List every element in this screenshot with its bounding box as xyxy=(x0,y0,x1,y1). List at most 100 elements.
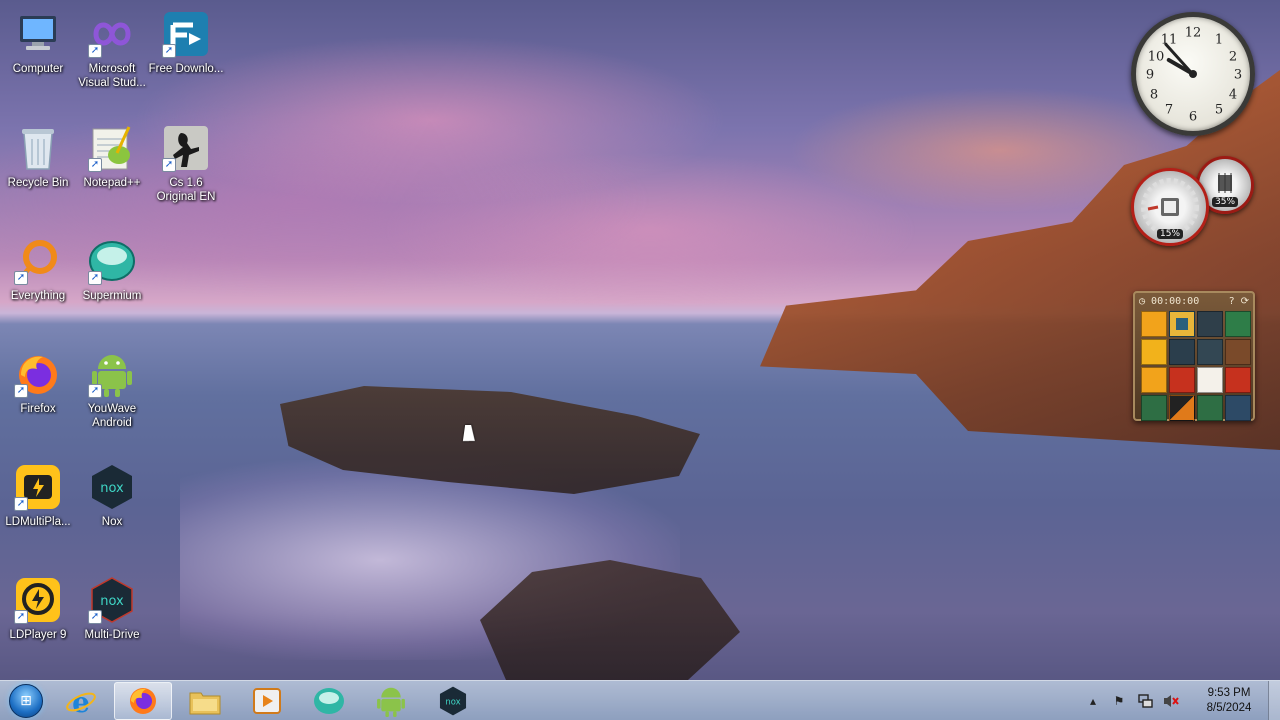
clock-numeral: 10 xyxy=(1147,49,1165,65)
clock-gadget[interactable]: 12 1 2 3 4 5 6 7 8 9 10 11 xyxy=(1131,12,1255,136)
desktop-icon-label: Nox xyxy=(101,516,123,528)
firefox-icon: ➚ xyxy=(14,350,62,398)
nox-icon: nox xyxy=(88,463,136,511)
desktop-icon-label: Recycle Bin xyxy=(7,177,69,189)
action-center-flag-icon[interactable]: ⚑ xyxy=(1110,692,1128,710)
desktop-icon-recycle-bin[interactable]: Recycle Bin xyxy=(0,120,76,230)
android-icon xyxy=(377,687,405,717)
taskbar-supermium[interactable] xyxy=(300,682,358,720)
internet-explorer-icon: e xyxy=(66,686,96,716)
clock-numeral: 12 xyxy=(1184,25,1202,41)
picture-puzzle-gadget[interactable]: ◷ 00:00:00 ? ⟳ xyxy=(1133,291,1255,421)
taskbar: ⊞ e nox ▴ ⚑ 9:53 PM 8/5/2024 xyxy=(0,680,1280,720)
firefox-icon xyxy=(130,687,156,714)
taskbar-android[interactable] xyxy=(362,682,420,720)
visual-studio-icon: ➚ xyxy=(88,10,136,58)
nox-icon: nox xyxy=(439,686,467,715)
supermium-icon: ➚ xyxy=(88,237,136,285)
cpu-value: 15% xyxy=(1156,229,1184,239)
puzzle-tile[interactable] xyxy=(1169,311,1195,337)
shortcut-arrow-icon: ➚ xyxy=(162,158,176,172)
puzzle-tile[interactable] xyxy=(1141,367,1167,393)
puzzle-tile[interactable] xyxy=(1141,339,1167,365)
desktop-icon-label: YouWave Android xyxy=(87,403,137,429)
desktop-icon-label: Free Downlo... xyxy=(148,63,224,75)
clock-numeral: 6 xyxy=(1188,109,1198,125)
puzzle-tile[interactable] xyxy=(1225,367,1251,393)
puzzle-tile[interactable] xyxy=(1169,395,1195,421)
desktop-icon-everything[interactable]: ➚ Everything xyxy=(0,233,76,343)
computer-icon xyxy=(14,10,62,58)
android-icon: ➚ xyxy=(88,350,136,398)
taskbar-media-player[interactable] xyxy=(238,682,296,720)
desktop-icon-firefox[interactable]: ➚ Firefox xyxy=(0,346,76,456)
svg-text:nox: nox xyxy=(100,594,124,609)
mouse-cursor xyxy=(462,425,478,441)
system-tray: ▴ ⚑ 9:53 PM 8/5/2024 xyxy=(1084,681,1264,720)
clock-numeral: 5 xyxy=(1214,102,1224,118)
puzzle-tile[interactable] xyxy=(1197,367,1223,393)
desktop-icon-nox[interactable]: nox Nox xyxy=(74,459,150,569)
counter-strike-icon: ➚ xyxy=(162,124,210,172)
download-manager-icon: ➚ xyxy=(162,10,210,58)
desktop-icon-multi-drive[interactable]: nox ➚ Multi-Drive xyxy=(74,572,150,682)
desktop-icon-cs16[interactable]: ➚ Cs 1.6 Original EN xyxy=(148,120,224,230)
network-icon[interactable] xyxy=(1136,692,1154,710)
desktop-icon-label: Multi-Drive xyxy=(84,629,140,641)
puzzle-tile[interactable] xyxy=(1169,339,1195,365)
desktop-icon-notepad-plus[interactable]: ➚ Notepad++ xyxy=(74,120,150,230)
shortcut-arrow-icon: ➚ xyxy=(14,271,28,285)
media-player-icon xyxy=(253,687,281,714)
puzzle-timer: 00:00:00 xyxy=(1151,295,1200,307)
puzzle-grid[interactable] xyxy=(1135,309,1253,423)
windows-logo-icon: ⊞ xyxy=(9,683,43,718)
memory-value: 35% xyxy=(1211,197,1239,207)
shortcut-arrow-icon: ➚ xyxy=(88,610,102,624)
desktop-icon-label: Microsoft Visual Stud... xyxy=(78,63,146,89)
clock-numeral: 7 xyxy=(1164,102,1174,118)
volume-muted-icon[interactable] xyxy=(1162,692,1180,710)
start-button[interactable]: ⊞ xyxy=(4,681,48,720)
shortcut-arrow-icon: ➚ xyxy=(14,384,28,398)
shortcut-arrow-icon: ➚ xyxy=(14,497,28,511)
shortcut-arrow-icon: ➚ xyxy=(14,610,28,624)
file-explorer-icon xyxy=(189,692,221,714)
shortcut-arrow-icon: ➚ xyxy=(88,271,102,285)
desktop-icon-ldmultiplayer[interactable]: ➚ LDMultiPla... xyxy=(0,459,76,569)
clock-pivot xyxy=(1189,70,1197,78)
taskbar-nox[interactable]: nox xyxy=(424,682,482,720)
everything-search-icon: ➚ xyxy=(14,237,62,285)
desktop-icon-label: Cs 1.6 Original EN xyxy=(156,177,216,203)
notepad-plus-icon: ➚ xyxy=(88,124,136,172)
desktop-icon-label: Everything xyxy=(10,290,66,302)
puzzle-help-icons[interactable]: ? ⟳ xyxy=(1229,296,1249,307)
puzzle-tile[interactable] xyxy=(1197,311,1223,337)
show-desktop-button[interactable] xyxy=(1268,681,1280,720)
puzzle-tile[interactable] xyxy=(1141,395,1167,421)
puzzle-tile[interactable] xyxy=(1141,311,1167,337)
desktop-icon-visual-studio[interactable]: ➚ Microsoft Visual Stud... xyxy=(74,6,150,116)
taskbar-firefox[interactable] xyxy=(114,681,172,720)
puzzle-tile[interactable] xyxy=(1169,367,1195,393)
puzzle-tile[interactable] xyxy=(1225,395,1251,421)
shortcut-arrow-icon: ➚ xyxy=(88,158,102,172)
puzzle-tile[interactable] xyxy=(1225,311,1251,337)
taskbar-clock[interactable]: 9:53 PM 8/5/2024 xyxy=(1194,686,1264,716)
clock-numeral: 4 xyxy=(1228,87,1238,103)
taskbar-internet-explorer[interactable]: e xyxy=(52,682,110,720)
svg-text:nox: nox xyxy=(445,696,460,706)
cpu-meter-gadget[interactable]: 15% xyxy=(1131,168,1209,246)
taskbar-file-explorer[interactable] xyxy=(176,682,234,720)
desktop-icon-youwave[interactable]: ➚ YouWave Android xyxy=(74,346,150,456)
desktop-icon-supermium[interactable]: ➚ Supermium xyxy=(74,233,150,343)
desktop-icon-computer[interactable]: Computer xyxy=(0,6,76,116)
puzzle-tile[interactable] xyxy=(1197,339,1223,365)
desktop-icon-label: Computer xyxy=(12,63,64,75)
desktop-icon-ldplayer[interactable]: ➚ LDPlayer 9 xyxy=(0,572,76,682)
clock-numeral: 8 xyxy=(1149,87,1159,103)
desktop-icon-free-download[interactable]: ➚ Free Downlo... xyxy=(148,6,224,116)
puzzle-timer-icon[interactable]: ◷ 00:00:00 xyxy=(1139,296,1199,307)
show-hidden-icons-chevron-icon[interactable]: ▴ xyxy=(1084,692,1102,710)
puzzle-tile[interactable] xyxy=(1197,395,1223,421)
puzzle-tile[interactable] xyxy=(1225,339,1251,365)
